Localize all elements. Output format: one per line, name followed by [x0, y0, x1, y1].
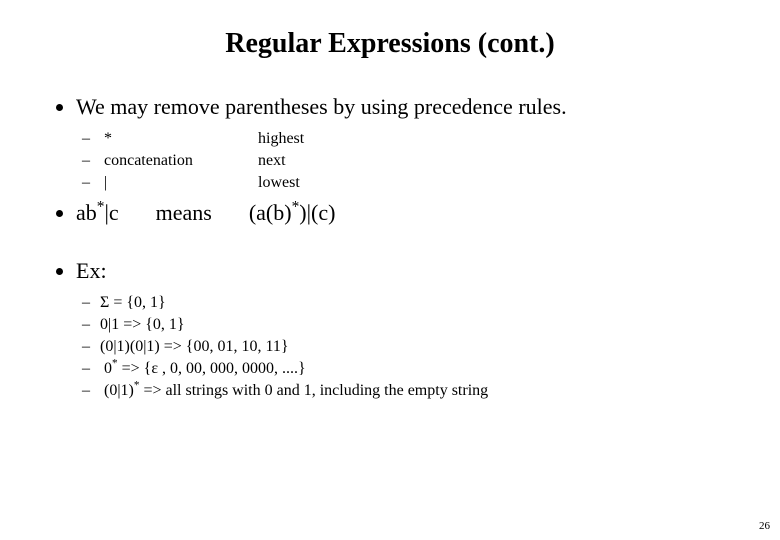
- ex-l4-post: => {ε , 0, 00, 000, 0000, ....}: [118, 360, 306, 377]
- ex-line-star01: (0|1)* => all strings with 0 and 1, incl…: [100, 382, 732, 400]
- ex-line-sigma: Σ = {0, 1}: [100, 294, 732, 312]
- spacer: [48, 234, 732, 258]
- ex-l4-pre: 0: [104, 360, 112, 377]
- expr-lhs-post: |c: [104, 200, 118, 225]
- page-number: 26: [759, 520, 770, 532]
- ex-line-alt: 0|1 => {0, 1}: [100, 316, 732, 334]
- expr-rhs-pre: (a(b): [249, 200, 292, 225]
- ex-label: Ex:: [76, 258, 107, 283]
- prec-rank: next: [258, 152, 286, 169]
- prec-op: *: [104, 130, 254, 148]
- prec-row-star: * highest: [100, 130, 732, 148]
- slide-title: Regular Expressions (cont.): [48, 28, 732, 60]
- bullet-precedence-text: We may remove parentheses by using prece…: [76, 94, 567, 119]
- expr-means: means: [156, 200, 212, 225]
- prec-op: concatenation: [104, 152, 254, 170]
- ex-l5-pre: (0|1): [104, 382, 134, 399]
- bullet-precedence: We may remove parentheses by using prece…: [76, 94, 732, 192]
- expr-lhs-pre: ab: [76, 200, 97, 225]
- bullet-ex: Ex: Σ = {0, 1} 0|1 => {0, 1} (0|1)(0|1) …: [76, 258, 732, 400]
- bullet-example-expr: ab*|c means (a(b)*)|(c): [76, 200, 732, 226]
- prec-op: |: [104, 174, 254, 192]
- prec-row-concat: concatenation next: [100, 152, 732, 170]
- prec-rank: lowest: [258, 174, 300, 191]
- slide: Regular Expressions (cont.) We may remov…: [0, 0, 780, 540]
- ex-line-concat: (0|1)(0|1) => {00, 01, 10, 11}: [100, 338, 732, 356]
- prec-row-pipe: | lowest: [100, 174, 732, 192]
- ex-sublist: Σ = {0, 1} 0|1 => {0, 1} (0|1)(0|1) => {…: [76, 294, 732, 400]
- expr-rhs-post: )|(c): [299, 200, 335, 225]
- prec-rank: highest: [258, 130, 304, 147]
- bullet-list-ex: Ex: Σ = {0, 1} 0|1 => {0, 1} (0|1)(0|1) …: [48, 258, 732, 400]
- ex-line-star0: 0* => {ε , 0, 00, 000, 0000, ....}: [100, 360, 732, 378]
- ex-l5-post: => all strings with 0 and 1, including t…: [139, 382, 488, 399]
- bullet-list: We may remove parentheses by using prece…: [48, 94, 732, 226]
- precedence-sublist: * highest concatenation next | lowest: [76, 130, 732, 192]
